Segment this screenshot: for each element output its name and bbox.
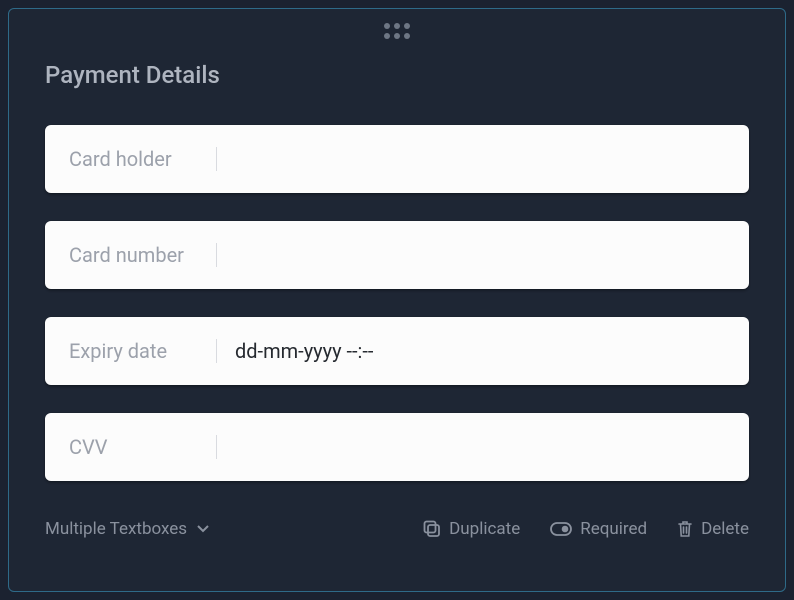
page-title[interactable]: Payment Details (45, 49, 749, 107)
delete-label: Delete (701, 519, 749, 539)
field-type-dropdown[interactable]: Multiple Textboxes (45, 519, 209, 539)
toggle-icon (550, 522, 572, 536)
card-holder-field[interactable]: Card holder (45, 125, 749, 193)
grip-icon (384, 23, 410, 39)
card-number-field[interactable]: Card number (45, 221, 749, 289)
duplicate-label: Duplicate (449, 519, 520, 539)
field-label: CVV (69, 435, 217, 459)
toolbar: Multiple Textboxes Duplicate Required (45, 489, 749, 539)
form-card: Payment Details Card holder Card number … (8, 8, 786, 592)
fields-container: Card holder Card number Expiry date dd-m… (45, 107, 749, 489)
duplicate-button[interactable]: Duplicate (423, 519, 520, 539)
expiry-date-field[interactable]: Expiry date dd-mm-yyyy --:-- (45, 317, 749, 385)
delete-button[interactable]: Delete (677, 519, 749, 539)
duplicate-icon (423, 520, 441, 538)
required-toggle[interactable]: Required (550, 519, 647, 539)
cvv-field[interactable]: CVV (45, 413, 749, 481)
field-type-label: Multiple Textboxes (45, 519, 187, 539)
canvas: Payment Details Card holder Card number … (0, 0, 794, 600)
chevron-down-icon (197, 525, 209, 533)
required-label: Required (580, 519, 647, 539)
field-value[interactable]: dd-mm-yyyy --:-- (217, 339, 725, 363)
field-label: Card number (69, 243, 217, 267)
trash-icon (677, 520, 693, 538)
drag-handle[interactable] (45, 9, 749, 49)
field-label: Expiry date (69, 339, 217, 363)
field-label: Card holder (69, 147, 217, 171)
